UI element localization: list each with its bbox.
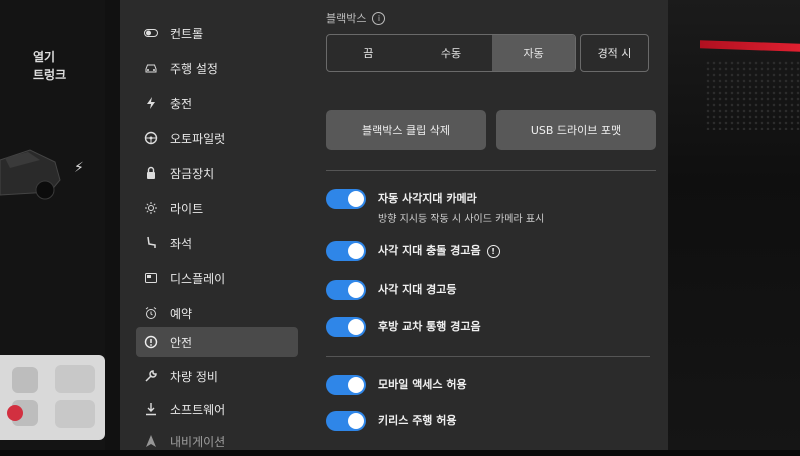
- charge-port-icon[interactable]: ⚡: [74, 160, 84, 176]
- toggle-row-blindspot-light: 사각 지대 경고등: [326, 280, 457, 300]
- sidebar-item-driving[interactable]: 주행 설정: [136, 53, 298, 83]
- sidebar-item-label: 주행 설정: [170, 61, 218, 76]
- toggle-title: 후방 교차 통행 경고음: [378, 320, 481, 333]
- seat-map: [0, 355, 105, 440]
- delete-dashcam-clips-button[interactable]: 블랙박스 클립 삭제: [326, 110, 486, 150]
- divider: [326, 170, 656, 171]
- speaker-grille: [705, 60, 800, 130]
- download-icon: [142, 400, 160, 418]
- rear-cross-traffic-toggle[interactable]: [326, 317, 366, 337]
- sidebar-item-label: 라이트: [170, 201, 204, 216]
- dashcam-option-auto[interactable]: 자동: [492, 35, 575, 71]
- navigation-icon: [142, 432, 160, 450]
- toggle-title: 키리스 주행 허용: [378, 414, 457, 427]
- display-icon: [142, 269, 160, 287]
- sidebar-item-safety[interactable]: 안전: [136, 327, 298, 357]
- car-image: [0, 149, 61, 200]
- car-icon: [142, 59, 160, 77]
- sidebar-item-label: 내비게이션: [170, 434, 226, 449]
- sidebar-item-lights[interactable]: 라이트: [136, 193, 298, 223]
- divider: [326, 356, 650, 357]
- dashcam-option-manual[interactable]: 수동: [410, 35, 493, 71]
- sidebar-item-controls[interactable]: 컨트롤: [136, 18, 298, 48]
- toggle-title: 자동 사각지대 카메라: [378, 192, 477, 205]
- steering-wheel-icon: [142, 129, 160, 147]
- sidebar-item-label: 안전: [170, 335, 193, 350]
- wrench-icon: [142, 367, 160, 385]
- info-icon[interactable]: !: [486, 244, 500, 258]
- sidebar-item-label: 좌석: [170, 236, 193, 251]
- sidebar-item-autopilot[interactable]: 오토파일럿: [136, 123, 298, 153]
- sidebar-item-label: 컨트롤: [170, 26, 204, 41]
- dashcam-on-honk-button[interactable]: 경적 시: [580, 34, 649, 72]
- toggle-row-keyless-driving: 키리스 주행 허용: [326, 411, 457, 431]
- trunk-label[interactable]: 트렁크: [33, 66, 66, 83]
- lock-icon: [142, 164, 160, 182]
- blindspot-chime-toggle[interactable]: [326, 241, 366, 261]
- sidebar-item-label: 충전: [170, 96, 193, 111]
- sidebar-item-label: 차량 정비: [170, 369, 218, 384]
- toggle-title: 모바일 액세스 허용: [378, 378, 467, 391]
- sidebar-item-display[interactable]: 디스플레이: [136, 263, 298, 293]
- sidebar-item-schedule[interactable]: 예약: [136, 298, 298, 328]
- keyless-driving-toggle[interactable]: [326, 411, 366, 431]
- sidebar-item-navigation[interactable]: 내비게이션: [136, 426, 298, 456]
- bolt-icon: [142, 94, 160, 112]
- open-label[interactable]: 열기: [33, 48, 55, 65]
- sun-icon: [142, 199, 160, 217]
- toggle-row-blindspot-chime: 사각 지대 충돌 경고음 !: [326, 241, 500, 261]
- sidebar-item-label: 소프트웨어: [170, 402, 226, 417]
- dashcam-section-label: 블랙박스 i: [326, 10, 386, 26]
- dashcam-option-off[interactable]: 끔: [327, 35, 410, 71]
- sidebar-item-label: 디스플레이: [170, 271, 226, 286]
- seat-layout-icon: [7, 365, 95, 428]
- vehicle-panel: 열기 트렁크 ⚡: [0, 0, 105, 450]
- mobile-access-toggle[interactable]: [326, 375, 366, 395]
- sidebar-item-label: 예약: [170, 306, 193, 321]
- sidebar-item-charging[interactable]: 충전: [136, 88, 298, 118]
- toggle-row-auto-blindspot-camera: 자동 사각지대 카메라 방향 지시등 작동 시 사이드 카메라 표시: [326, 189, 544, 225]
- dashcam-label-text: 블랙박스: [326, 12, 367, 25]
- sidebar-item-software[interactable]: 소프트웨어: [136, 394, 298, 424]
- sidebar-item-label: 잠금장치: [170, 166, 215, 181]
- sidebar-item-label: 오토파일럿: [170, 131, 226, 146]
- toggle-row-mobile-access: 모바일 액세스 허용: [326, 375, 467, 395]
- alert-circle-icon: [142, 333, 160, 351]
- toggle-icon: [142, 24, 160, 42]
- toggle-row-rear-cross-traffic: 후방 교차 통행 경고음: [326, 317, 481, 337]
- alarm-icon: [142, 304, 160, 322]
- format-usb-button[interactable]: USB 드라이브 포맷: [496, 110, 656, 150]
- blindspot-light-toggle[interactable]: [326, 280, 366, 300]
- toggle-title: 사각 지대 충돌 경고음: [378, 244, 481, 257]
- sidebar-item-service[interactable]: 차량 정비: [136, 361, 298, 391]
- toggle-subtitle: 방향 지시등 작동 시 사이드 카메라 표시: [378, 214, 545, 225]
- seat-icon: [142, 234, 160, 252]
- auto-blindspot-camera-toggle[interactable]: [326, 189, 366, 209]
- toggle-title: 사각 지대 경고등: [378, 283, 457, 296]
- info-icon[interactable]: i: [372, 11, 386, 25]
- sidebar-item-seats[interactable]: 좌석: [136, 228, 298, 258]
- dashcam-mode-selector: 끔 수동 자동: [326, 34, 576, 72]
- sidebar-item-locks[interactable]: 잠금장치: [136, 158, 298, 188]
